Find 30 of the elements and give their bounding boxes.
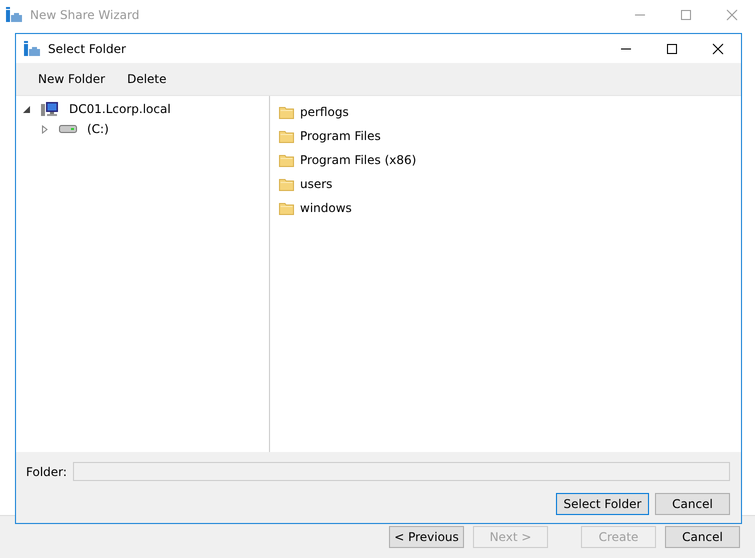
window-title: New Share Wizard [30,7,140,24]
folder-item[interactable]: users [270,172,741,196]
folder-icon [279,178,294,190]
tree-label: (C:) [87,121,109,138]
app-icon [24,40,40,56]
folder-item[interactable]: Program Files [270,124,741,148]
folder-icon [279,106,294,118]
tree-item[interactable]: DC01.Lcorp.local [16,99,269,119]
wizard-button[interactable]: < Previous [389,526,464,548]
tree-item[interactable]: (C:) [16,119,269,139]
collapse-arrow-icon[interactable] [22,104,31,114]
folder-item[interactable]: Program Files (x86) [270,148,741,172]
app-icon [6,7,22,23]
folder-icon [279,130,294,142]
dialog-button[interactable]: Cancel [655,493,730,515]
folder-icon [279,154,294,166]
folder-item[interactable]: perflogs [270,100,741,124]
folder-label: Folder: [26,464,67,480]
toolbar-button[interactable]: New Folder [30,68,114,90]
expand-arrow-icon[interactable] [40,124,49,134]
computer-icon [41,101,59,117]
toolbar-button[interactable]: Delete [119,68,175,90]
dialog-title: Select Folder [48,40,126,58]
tree-label: DC01.Lcorp.local [69,101,171,118]
wizard-button[interactable]: Cancel [665,526,740,548]
dialog-button[interactable]: Select Folder [556,493,649,515]
folder-item[interactable]: windows [270,196,741,220]
folder-icon [279,202,294,214]
drive-icon [59,124,77,134]
folder-field[interactable] [72,462,730,481]
